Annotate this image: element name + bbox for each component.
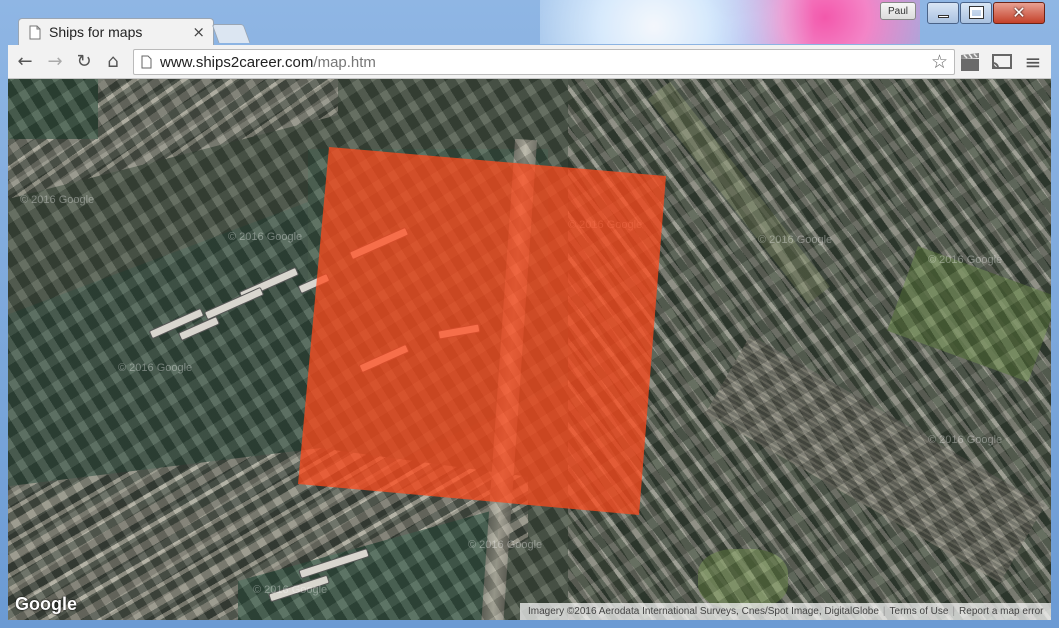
profile-button[interactable]: Paul xyxy=(880,2,916,20)
map-watermark: © 2016 Google xyxy=(928,434,1003,446)
url-path: /map.htm xyxy=(313,54,376,71)
map-watermark: © 2016 Google xyxy=(20,194,95,206)
clapperboard-extension-icon[interactable] xyxy=(959,52,981,72)
map-canvas[interactable]: © 2016 Google © 2016 Google © 2016 Googl… xyxy=(8,79,1051,620)
imagery-attribution: Imagery ©2016 Aerodata International Sur… xyxy=(528,606,879,617)
map-watermark: © 2016 Google xyxy=(758,234,833,246)
minimize-button[interactable] xyxy=(927,2,959,24)
page-icon xyxy=(141,55,152,69)
browser-toolbar: ← → ↻ ⌂ www.ships2career.com/map.htm ☆ ≡ xyxy=(8,45,1051,79)
address-bar[interactable]: www.ships2career.com/map.htm ☆ xyxy=(133,49,955,75)
page-icon xyxy=(29,25,41,40)
menu-icon[interactable]: ≡ xyxy=(1022,51,1044,73)
cast-icon[interactable] xyxy=(991,52,1013,72)
reload-button[interactable]: ↻ xyxy=(73,51,95,73)
new-tab-button[interactable] xyxy=(211,24,251,43)
desktop-background xyxy=(540,0,920,44)
url-text[interactable]: www.ships2career.com/map.htm xyxy=(160,54,900,71)
bookmark-star-icon[interactable]: ☆ xyxy=(931,51,948,73)
google-logo: Google xyxy=(15,594,77,614)
close-window-button[interactable]: ✕ xyxy=(993,2,1045,24)
map-watermark: © 2016 Google xyxy=(928,254,1003,266)
browser-tab[interactable]: Ships for maps × xyxy=(18,18,214,46)
map-watermark: © 2016 Google xyxy=(468,539,543,551)
map-watermark: © 2016 Google xyxy=(228,231,303,243)
forward-button[interactable]: → xyxy=(44,51,66,73)
maximize-button[interactable] xyxy=(960,2,992,24)
home-button[interactable]: ⌂ xyxy=(102,51,124,73)
tab-title: Ships for maps xyxy=(49,24,143,40)
map-attribution-bar: Imagery ©2016 Aerodata International Sur… xyxy=(520,603,1051,620)
close-icon: ✕ xyxy=(1012,3,1026,22)
map-watermark: © 2016 Google xyxy=(253,584,328,596)
tab-close-icon[interactable]: × xyxy=(192,23,205,41)
map-watermark: © 2016 Google xyxy=(568,219,643,231)
back-button[interactable]: ← xyxy=(14,51,36,73)
report-map-error-link[interactable]: Report a map error xyxy=(955,606,1047,617)
url-host: www.ships2career.com xyxy=(160,54,314,71)
window-frame: Ships for maps × Paul ✕ ← → ↻ ⌂ www.ship… xyxy=(0,0,1059,628)
terms-of-use-link[interactable]: Terms of Use xyxy=(886,606,953,617)
map-watermark: © 2016 Google xyxy=(118,362,193,374)
